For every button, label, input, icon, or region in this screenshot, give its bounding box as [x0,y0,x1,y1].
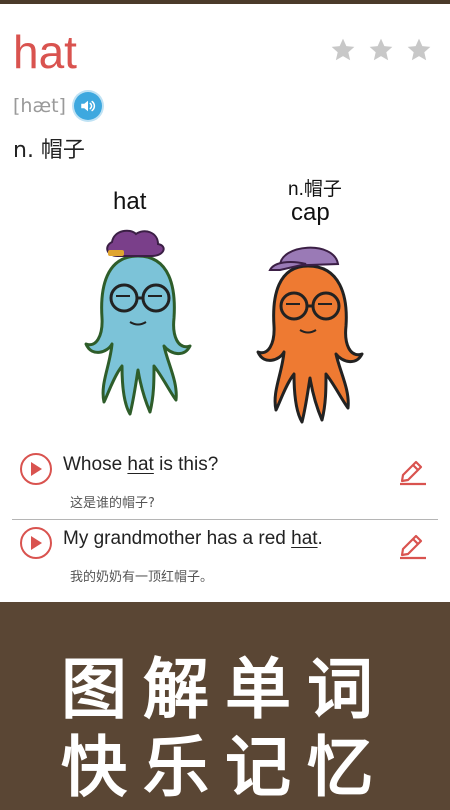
phonetic-row: [hæt] [13,92,102,120]
example-translation: 这是谁的帽子? [70,496,155,511]
edit-icon[interactable] [396,528,428,560]
example-english: Whose hat is this? [63,454,218,476]
word-card: hat [hæt] n. 帽子 hat n.帽子 cap [0,4,450,602]
divider [12,519,438,520]
illustration-right-definition: n.帽子 [288,179,342,200]
example-translation: 我的奶奶有一顶红帽子。 [70,570,214,585]
promo-banner: 图解单词 快乐记忆 [0,602,450,806]
play-button[interactable] [20,453,52,485]
octopus-cap-illustration [256,246,364,424]
banner-slogan-line-2: 快乐记忆 [61,729,389,806]
edit-icon[interactable] [396,454,428,486]
speaker-button[interactable] [73,92,102,120]
star-icon[interactable] [330,37,356,63]
play-icon [31,462,42,476]
speaker-icon [81,100,96,112]
star-icon[interactable] [406,37,432,63]
illustration-right-label: cap [291,199,330,226]
example-english: My grandmother has a red hat. [63,528,323,550]
example-text: My grandmother has a red [63,528,292,549]
illustration-left-label: hat [113,188,147,215]
star-rating[interactable] [330,37,432,63]
word-title: hat [13,26,77,78]
example-text: . [317,528,323,549]
example-text: Whose [63,454,128,475]
play-icon [31,536,42,550]
definition: n. 帽子 [13,138,85,163]
play-button[interactable] [20,527,52,559]
octopus-hat-illustration [84,229,192,416]
example-keyword: hat [291,528,318,549]
star-icon[interactable] [368,37,394,63]
example-text: is this? [153,454,219,475]
phonetic-text: [hæt] [13,95,66,117]
example-keyword: hat [127,454,154,475]
